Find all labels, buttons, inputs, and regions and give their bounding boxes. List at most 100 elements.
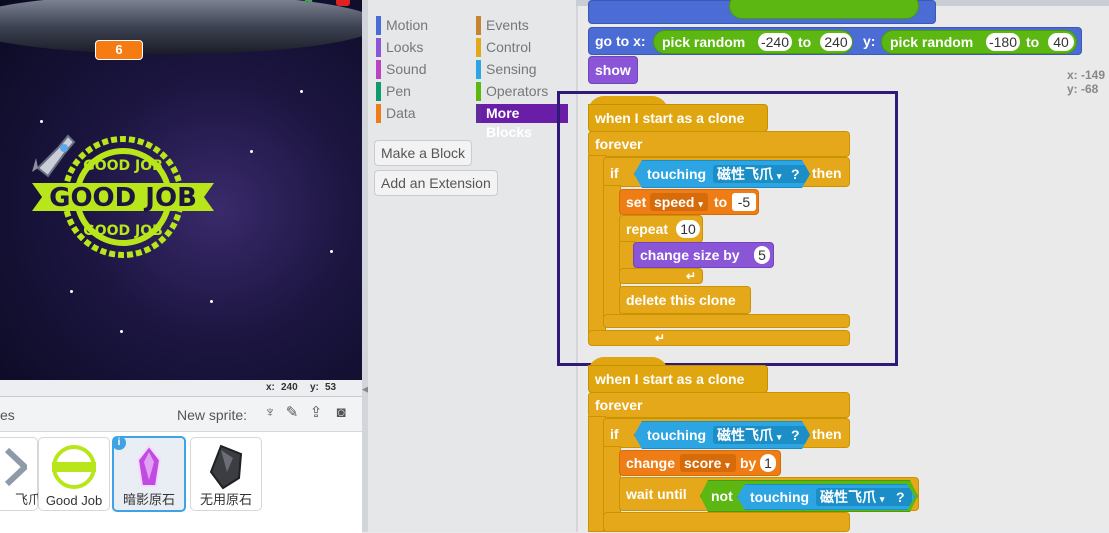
sprite-panel: es New sprite: ♆ ✎ ⇪ ◙ 飞爪 Good Job i 暗影原… — [0, 396, 362, 533]
x-label: x: — [266, 382, 275, 393]
paint-brush-icon[interactable]: ✎ — [282, 403, 302, 423]
category-looks[interactable]: Looks — [376, 38, 476, 57]
block-label: forever — [595, 397, 643, 413]
star — [120, 330, 123, 333]
sprites-label: es — [0, 407, 15, 423]
dropdown-arrow-icon: ▾ — [879, 494, 885, 504]
good-job-sprite[interactable]: GOOD JOB GOOD JOB GOOD JOB — [28, 125, 218, 270]
y-label: y: — [310, 382, 319, 393]
category-motion[interactable]: Motion — [376, 16, 476, 35]
upload-icon[interactable]: ⇪ — [306, 403, 326, 423]
block-label: ? — [896, 489, 905, 505]
star — [70, 290, 73, 293]
block-label: not — [711, 488, 733, 504]
sprite-name: Good Job — [45, 493, 103, 508]
svg-text:GOOD JOB: GOOD JOB — [83, 223, 163, 239]
sprite-tile[interactable]: 无用原石 — [190, 437, 262, 511]
category-data[interactable]: Data — [376, 104, 476, 123]
star — [330, 250, 333, 253]
block-label: if — [610, 426, 619, 442]
number-input[interactable]: 1 — [760, 454, 776, 472]
add-extension-button[interactable]: Add an Extension — [374, 170, 498, 196]
sprite-thumbnail — [4, 447, 27, 487]
star — [210, 300, 213, 303]
new-sprite-label: New sprite: — [177, 407, 248, 423]
point-in-direction-block[interactable] — [588, 0, 936, 24]
if-then-block[interactable]: if touching 磁性飞爪 ▾ ? then — [603, 418, 850, 448]
pick-random-reporter[interactable] — [729, 0, 919, 19]
number-input[interactable]: 240 — [820, 33, 852, 51]
score-display: 6 — [95, 40, 143, 60]
star — [250, 150, 253, 153]
sprite-name: 暗影原石 — [122, 492, 175, 507]
category-operators[interactable]: Operators — [476, 82, 568, 101]
category-sensing[interactable]: Sensing — [476, 60, 568, 79]
category-pen[interactable]: Pen — [376, 82, 476, 101]
sprite-tile[interactable]: 飞爪 — [0, 437, 41, 511]
block-label: touching — [750, 489, 810, 505]
block-label: when I start as a clone — [595, 371, 745, 387]
pick-random-reporter[interactable]: pick random -240 to 240 — [653, 30, 853, 54]
sprite-thumbnail — [136, 444, 162, 487]
number-input[interactable]: -240 — [758, 33, 792, 51]
mouse-coordinates: x: -149 y: -68 — [1067, 68, 1105, 96]
block-label: to — [798, 34, 812, 50]
planet-background — [0, 0, 362, 54]
mouse-x: x: -149 — [1067, 68, 1106, 82]
camera-icon[interactable]: ◙ — [331, 403, 351, 423]
stage-coordinates: x: 240 y: 53 — [0, 380, 362, 396]
stop-icon[interactable] — [336, 0, 350, 6]
block-label: show — [595, 62, 631, 78]
dropdown-value: 磁性飞爪 — [820, 489, 876, 505]
svg-text:GOOD JOB: GOOD JOB — [49, 183, 197, 213]
touching-reporter[interactable]: touching 磁性飞爪 ▾ ? — [737, 484, 915, 510]
block-label: pick random — [662, 34, 746, 50]
category-list: Motion Looks Sound Pen Data Events Control Sens… — [368, 10, 576, 140]
pick-random-reporter[interactable]: pick random -180 to 40 — [881, 30, 1077, 54]
stage[interactable]: ⚑ 6 GOOD JOB GOOD JOB GOOD JOB — [0, 0, 362, 380]
star — [40, 120, 43, 123]
block-label: touching — [647, 427, 707, 443]
block-label: by — [740, 455, 757, 471]
dropdown-arrow-icon: ▾ — [776, 432, 782, 442]
show-block[interactable]: show — [588, 56, 638, 84]
go-to-xy-block[interactable]: go to x: pick random -240 to 240 y: pick… — [588, 27, 1082, 55]
wait-until-block[interactable]: wait until not touching 磁性飞爪 ▾ ? — [619, 477, 919, 511]
number-input[interactable]: 40 — [1048, 33, 1074, 51]
star — [300, 90, 303, 93]
block-label: change — [626, 455, 676, 471]
if-c-bottom — [603, 512, 850, 532]
category-sound[interactable]: Sound — [376, 60, 476, 79]
sprite-thumbnail — [52, 445, 96, 489]
make-a-block-button[interactable]: Make a Block — [374, 140, 473, 166]
choose-sprite-icon[interactable]: ♆ — [260, 403, 280, 423]
number-input[interactable]: -180 — [986, 33, 1020, 51]
forever-block[interactable]: forever — [588, 392, 850, 418]
green-flag-icon[interactable]: ⚑ — [302, 0, 316, 8]
sprite-tile-selected[interactable]: i 暗影原石 — [112, 436, 186, 512]
dropdown-value: 磁性飞爪 — [717, 427, 773, 443]
dropdown-value: score — [684, 455, 722, 471]
block-label: then — [812, 426, 842, 442]
variable-dropdown[interactable]: score ▾ — [680, 454, 736, 472]
block-label: pick random — [890, 34, 974, 50]
sprite-name: 无用原石 — [199, 492, 252, 507]
block-label: to — [1026, 34, 1040, 50]
block-label: go to x: — [595, 33, 646, 49]
sprite-panel-header: es New sprite: ♆ ✎ ⇪ ◙ — [0, 397, 362, 432]
y-value: 53 — [325, 382, 337, 393]
touching-reporter[interactable]: touching 磁性飞爪 ▾ ? — [634, 421, 810, 449]
category-more-blocks[interactable]: More Blocks — [476, 104, 568, 140]
sprite-tile[interactable]: Good Job — [38, 437, 110, 511]
block-label: wait until — [626, 486, 687, 502]
when-start-as-clone-hat[interactable]: when I start as a clone — [588, 365, 768, 393]
x-value: 240 — [281, 382, 298, 393]
block-palette: Motion Looks Sound Pen Data Events Control Sens… — [368, 0, 576, 532]
svg-text:GOOD JOB: GOOD JOB — [83, 158, 163, 174]
highlight-box — [557, 91, 898, 366]
mouse-y: y: -68 — [1067, 82, 1099, 96]
not-reporter[interactable]: not touching 磁性飞爪 ▾ ? — [700, 480, 918, 512]
category-events[interactable]: Events — [476, 16, 568, 35]
change-variable-block[interactable]: change score ▾ by 1 — [619, 450, 781, 476]
category-control[interactable]: Control — [476, 38, 568, 57]
